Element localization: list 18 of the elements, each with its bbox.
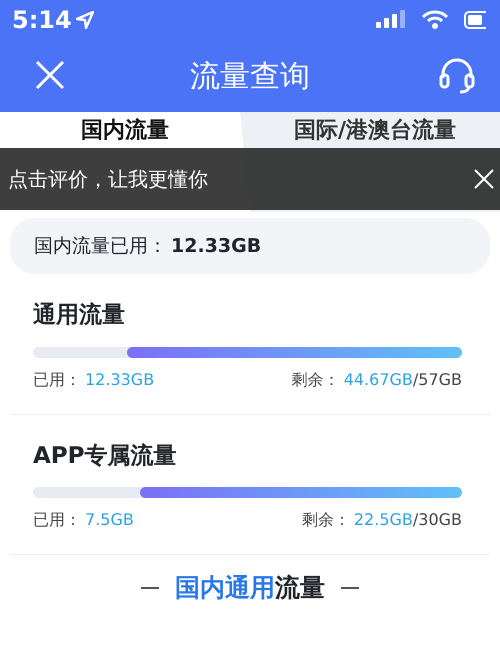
battery-icon	[464, 10, 486, 30]
remaining-text: 剩余： 22.5GB/30GB	[302, 509, 462, 531]
signal-icon	[376, 10, 406, 30]
headset-icon[interactable]	[438, 58, 476, 94]
usage-summary-text: 国内流量已用： 12.33GB	[34, 234, 262, 259]
remaining-text: 剩余： 44.67GB/57GB	[292, 368, 462, 390]
plan-name: 通用流量	[33, 301, 126, 330]
used-text: 已用： 7.5GB	[33, 509, 134, 531]
plan-name: APP专属流量	[33, 442, 178, 470]
location-arrow-icon	[76, 11, 94, 29]
page-title: 流量查询	[190, 58, 310, 96]
wifi-icon	[422, 10, 448, 30]
section-heading: 国内通用流量	[175, 572, 325, 604]
close-icon[interactable]	[474, 169, 494, 189]
toast-message: 点击评价，让我更懂你	[8, 166, 208, 193]
status-time: 5:14	[12, 5, 72, 36]
tab[interactable]: 国际/港澳台流量	[250, 112, 500, 212]
used-text: 已用： 12.33GB	[33, 368, 154, 390]
